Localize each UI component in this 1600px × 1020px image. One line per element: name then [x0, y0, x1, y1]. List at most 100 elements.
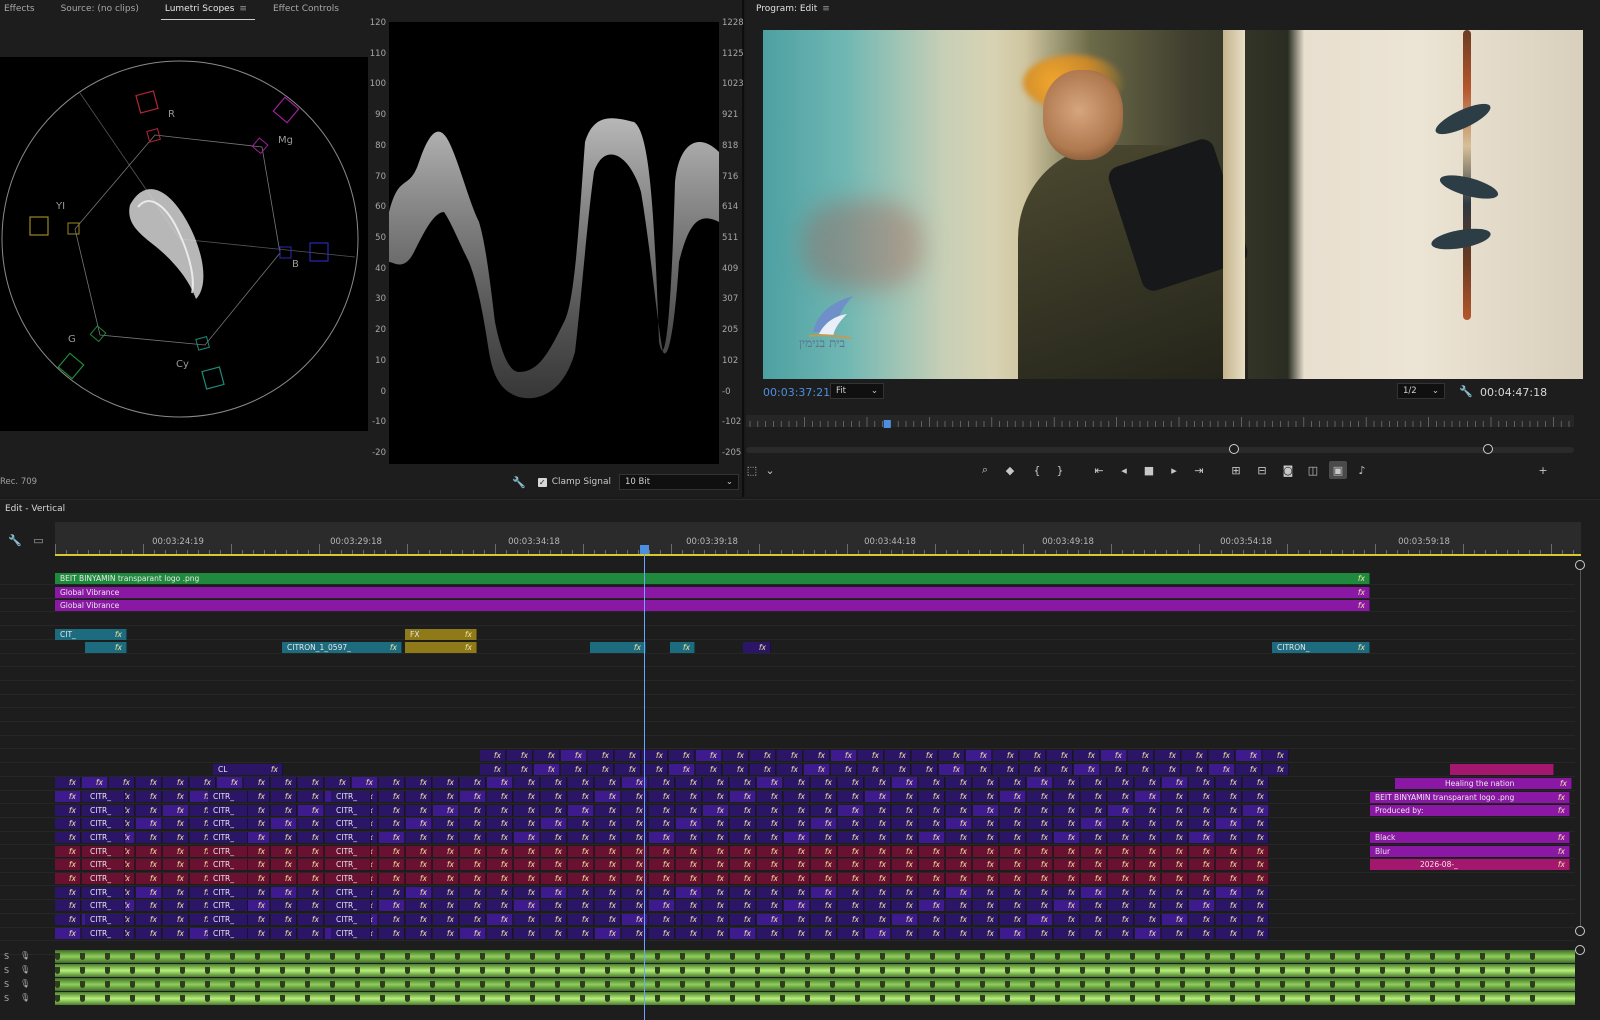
- timeline-clip[interactable]: CITR_: [331, 818, 371, 829]
- fx-badge[interactable]: fx: [798, 859, 805, 870]
- bit-depth-select[interactable]: 10 Bit ⌄: [619, 474, 739, 490]
- timeline-clip[interactable]: fx: [1000, 859, 1026, 870]
- fx-badge[interactable]: fx: [960, 900, 967, 911]
- timeline-clip[interactable]: fx: [973, 914, 999, 925]
- timeline-clip[interactable]: fx: [298, 846, 324, 857]
- timeline-clip[interactable]: fx: [271, 818, 297, 829]
- timeline-clip[interactable]: CITR_: [85, 914, 125, 925]
- fx-badge[interactable]: fx: [1223, 764, 1230, 775]
- fx-badge[interactable]: fx: [393, 791, 400, 802]
- fx-badge[interactable]: fx: [1169, 750, 1176, 761]
- audio-keyframe[interactable]: [1155, 995, 1160, 1002]
- timeline-clip[interactable]: fx: [460, 818, 486, 829]
- timeline-clip[interactable]: fx: [514, 832, 540, 843]
- fx-badge[interactable]: fx: [555, 846, 562, 857]
- audio-keyframe[interactable]: [830, 953, 835, 960]
- fx-badge[interactable]: fx: [285, 928, 292, 939]
- fx-badge[interactable]: fx: [663, 859, 670, 870]
- fx-badge[interactable]: fx: [420, 914, 427, 925]
- audio-keyframe[interactable]: [530, 967, 535, 974]
- fx-badge[interactable]: fx: [1095, 805, 1102, 816]
- timeline-clip[interactable]: fx: [163, 873, 189, 884]
- timeline-clip[interactable]: fx: [514, 928, 540, 939]
- fx-badge[interactable]: fx: [312, 900, 319, 911]
- audio-keyframe[interactable]: [130, 953, 135, 960]
- fx-badge[interactable]: fx: [1176, 791, 1183, 802]
- timeline-clip[interactable]: fx: [811, 805, 837, 816]
- fx-badge[interactable]: fx: [636, 859, 643, 870]
- timeline-clip[interactable]: fx: [1054, 791, 1080, 802]
- timeline-clip[interactable]: fx: [487, 791, 513, 802]
- fx-badge[interactable]: fx: [1250, 750, 1257, 761]
- fx-badge[interactable]: fx: [465, 629, 472, 640]
- fx-badge[interactable]: fx: [609, 832, 616, 843]
- fx-badge[interactable]: fx: [258, 805, 265, 816]
- timeline-clip[interactable]: fx: [406, 791, 432, 802]
- audio-keyframe[interactable]: [255, 953, 260, 960]
- fx-badge[interactable]: fx: [717, 914, 724, 925]
- timeline-clip[interactable]: fx: [1000, 791, 1026, 802]
- audio-keyframe[interactable]: [980, 953, 985, 960]
- audio-keyframe[interactable]: [1380, 995, 1385, 1002]
- timeline-clip[interactable]: fx: [757, 900, 783, 911]
- fx-badge[interactable]: fx: [879, 887, 886, 898]
- timeline-clip[interactable]: fx: [784, 887, 810, 898]
- fx-badge[interactable]: fx: [825, 791, 832, 802]
- audio-keyframe[interactable]: [705, 995, 710, 1002]
- fx-badge[interactable]: fx: [150, 900, 157, 911]
- timeline-clip[interactable]: fx: [811, 873, 837, 884]
- audio-keyframe[interactable]: [1405, 981, 1410, 988]
- fx-badge[interactable]: fx: [771, 832, 778, 843]
- fx-badge[interactable]: fx: [825, 805, 832, 816]
- fx-badge[interactable]: fx: [872, 764, 879, 775]
- audio-clip[interactable]: [55, 964, 1575, 977]
- fx-badge[interactable]: fx: [312, 777, 319, 788]
- fx-badge[interactable]: fx: [744, 805, 751, 816]
- timeline-clip[interactable]: fx: [1162, 873, 1188, 884]
- fx-badge[interactable]: fx: [1068, 900, 1075, 911]
- timeline-clip[interactable]: fx: [541, 805, 567, 816]
- fx-badge[interactable]: fx: [906, 914, 913, 925]
- timeline-clip[interactable]: fx: [433, 900, 459, 911]
- timeline-clip[interactable]: fx: [163, 791, 189, 802]
- timeline-clip[interactable]: fx: [514, 873, 540, 884]
- timeline-clip[interactable]: fx: [865, 928, 891, 939]
- timeline-clip[interactable]: CITR_: [331, 928, 371, 939]
- timeline-clip[interactable]: fx: [946, 832, 972, 843]
- timeline-clip[interactable]: fx: [892, 818, 918, 829]
- timeline-clip[interactable]: fx: [595, 818, 621, 829]
- timeline-clip[interactable]: CIT_ fx: [55, 629, 127, 640]
- timeline-clip[interactable]: fx: [1243, 805, 1269, 816]
- fx-badge[interactable]: fx: [528, 928, 535, 939]
- fx-badge[interactable]: fx: [1558, 805, 1565, 816]
- timeline-clip[interactable]: fx: [1000, 846, 1026, 857]
- audio-keyframe[interactable]: [680, 967, 685, 974]
- fx-badge[interactable]: fx: [744, 928, 751, 939]
- timeline-clip[interactable]: fx: [757, 887, 783, 898]
- timeline-clip[interactable]: fx: [649, 832, 675, 843]
- audio-keyframe[interactable]: [955, 995, 960, 1002]
- timeline-clip[interactable]: fx: [676, 777, 702, 788]
- fx-badge[interactable]: fx: [582, 928, 589, 939]
- audio-keyframe[interactable]: [1280, 967, 1285, 974]
- stop-icon[interactable]: ■: [1140, 461, 1158, 479]
- timeline-clip[interactable]: fx: [541, 887, 567, 898]
- timeline-clip[interactable]: fx: [136, 791, 162, 802]
- audio-keyframe[interactable]: [180, 953, 185, 960]
- chevron-down-icon[interactable]: ⌄: [761, 461, 779, 479]
- fx-badge[interactable]: fx: [312, 846, 319, 857]
- timeline-clip[interactable]: fx: [642, 750, 668, 761]
- timeline-clip[interactable]: fx: [298, 805, 324, 816]
- timeline-clip[interactable]: fx: [541, 777, 567, 788]
- timeline-clip[interactable]: fx: [1189, 900, 1215, 911]
- fx-badge[interactable]: fx: [1176, 832, 1183, 843]
- timeline-clip[interactable]: fx: [588, 750, 614, 761]
- fx-badge[interactable]: fx: [1230, 777, 1237, 788]
- timeline-clip[interactable]: fx: [1162, 928, 1188, 939]
- timeline-clip[interactable]: fx: [514, 859, 540, 870]
- speaker-icon[interactable]: ♪: [1353, 461, 1371, 479]
- fx-badge[interactable]: fx: [420, 791, 427, 802]
- fx-badge[interactable]: fx: [582, 818, 589, 829]
- audio-keyframe[interactable]: [1305, 981, 1310, 988]
- fx-badge[interactable]: fx: [987, 805, 994, 816]
